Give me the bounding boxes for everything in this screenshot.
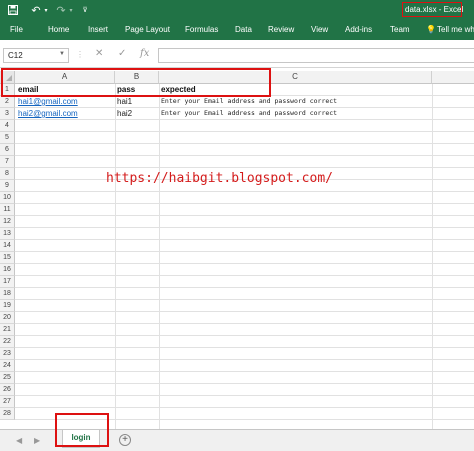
row-header-4[interactable]: 4: [0, 120, 15, 132]
header-highlight-box: [1, 68, 271, 97]
tell-me-search[interactable]: Tell me wh: [437, 25, 474, 34]
undo-dropdown-icon[interactable]: ▾: [42, 3, 50, 17]
row-header-9[interactable]: 9: [0, 180, 15, 192]
row-header-24[interactable]: 24: [0, 360, 15, 372]
formula-bar: C12 ▼ ⋮ ✕ ✓ fx: [0, 40, 474, 68]
tab-insert[interactable]: Insert: [88, 25, 108, 34]
enter-icon[interactable]: ✓: [118, 48, 126, 59]
row-header-13[interactable]: 13: [0, 228, 15, 240]
lightbulb-icon: 💡: [426, 25, 436, 34]
row-header-23[interactable]: 23: [0, 348, 15, 360]
row-header-17[interactable]: 17: [0, 276, 15, 288]
row-header-7[interactable]: 7: [0, 156, 15, 168]
tab-home[interactable]: Home: [48, 25, 69, 34]
row-header-25[interactable]: 25: [0, 372, 15, 384]
tab-data[interactable]: Data: [235, 25, 252, 34]
tab-add-ins[interactable]: Add-ins: [345, 25, 372, 34]
row-header-20[interactable]: 20: [0, 312, 15, 324]
column-header-d[interactable]: [432, 71, 474, 84]
row-header-2[interactable]: 2: [0, 96, 15, 108]
title-bar: ↶ ▾ ↷ ▾ ⊽ data.xlsx - Excel: [0, 0, 474, 20]
cell-grid[interactable]: [15, 84, 474, 429]
cell-c3[interactable]: Enter your Email address and password co…: [161, 108, 431, 120]
tab-view[interactable]: View: [311, 25, 328, 34]
watermark-url: https://haibgit.blogspot.com/: [106, 171, 333, 186]
cell-a2[interactable]: hai1@gmail.com: [18, 96, 113, 108]
add-sheet-icon[interactable]: +: [119, 434, 131, 446]
cell-b2[interactable]: hai1: [117, 96, 157, 108]
resize-handle-icon[interactable]: ⋮: [76, 50, 84, 59]
row-header-16[interactable]: 16: [0, 264, 15, 276]
tab-page-layout[interactable]: Page Layout: [125, 25, 170, 34]
customize-toolbar-icon[interactable]: ⊽: [80, 3, 90, 17]
redo-icon[interactable]: ↷: [54, 3, 68, 17]
row-header-5[interactable]: 5: [0, 132, 15, 144]
row-header-8[interactable]: 8: [0, 168, 15, 180]
row-header-12[interactable]: 12: [0, 216, 15, 228]
cell-a3[interactable]: hai2@gmail.com: [18, 108, 113, 120]
formula-input[interactable]: [158, 48, 474, 63]
tab-review[interactable]: Review: [268, 25, 294, 34]
tab-file[interactable]: File: [10, 25, 23, 34]
chevron-down-icon[interactable]: ▼: [59, 51, 65, 57]
row-header-14[interactable]: 14: [0, 240, 15, 252]
redo-dropdown-icon: ▾: [69, 7, 73, 14]
sheet-tab-highlight-box: [55, 413, 109, 447]
row-header-15[interactable]: 15: [0, 252, 15, 264]
title-highlight-box: [402, 2, 462, 17]
row-header-18[interactable]: 18: [0, 288, 15, 300]
name-box[interactable]: C12 ▼: [3, 48, 69, 63]
row-header-22[interactable]: 22: [0, 336, 15, 348]
row-header-19[interactable]: 19: [0, 300, 15, 312]
row-header-3[interactable]: 3: [0, 108, 15, 120]
previous-sheet-icon[interactable]: ◀: [16, 436, 22, 445]
cell-c2[interactable]: Enter your Email address and password co…: [161, 96, 431, 108]
next-sheet-icon[interactable]: ▶: [34, 436, 40, 445]
row-header-26[interactable]: 26: [0, 384, 15, 396]
cell-b3[interactable]: hai2: [117, 108, 157, 120]
undo-icon[interactable]: ↶: [29, 3, 43, 17]
row-header-10[interactable]: 10: [0, 192, 15, 204]
row-header-28[interactable]: 28: [0, 408, 15, 420]
tab-team[interactable]: Team: [390, 25, 410, 34]
cancel-icon[interactable]: ✕: [95, 48, 103, 59]
name-box-value: C12: [8, 51, 23, 60]
row-header-21[interactable]: 21: [0, 324, 15, 336]
row-header-27[interactable]: 27: [0, 396, 15, 408]
ribbon-tabs: File Home Insert Page Layout Formulas Da…: [0, 20, 474, 40]
save-icon[interactable]: [6, 3, 20, 17]
row-header-11[interactable]: 11: [0, 204, 15, 216]
row-header-6[interactable]: 6: [0, 144, 15, 156]
tab-formulas[interactable]: Formulas: [185, 25, 218, 34]
insert-function-icon[interactable]: fx: [140, 48, 149, 59]
